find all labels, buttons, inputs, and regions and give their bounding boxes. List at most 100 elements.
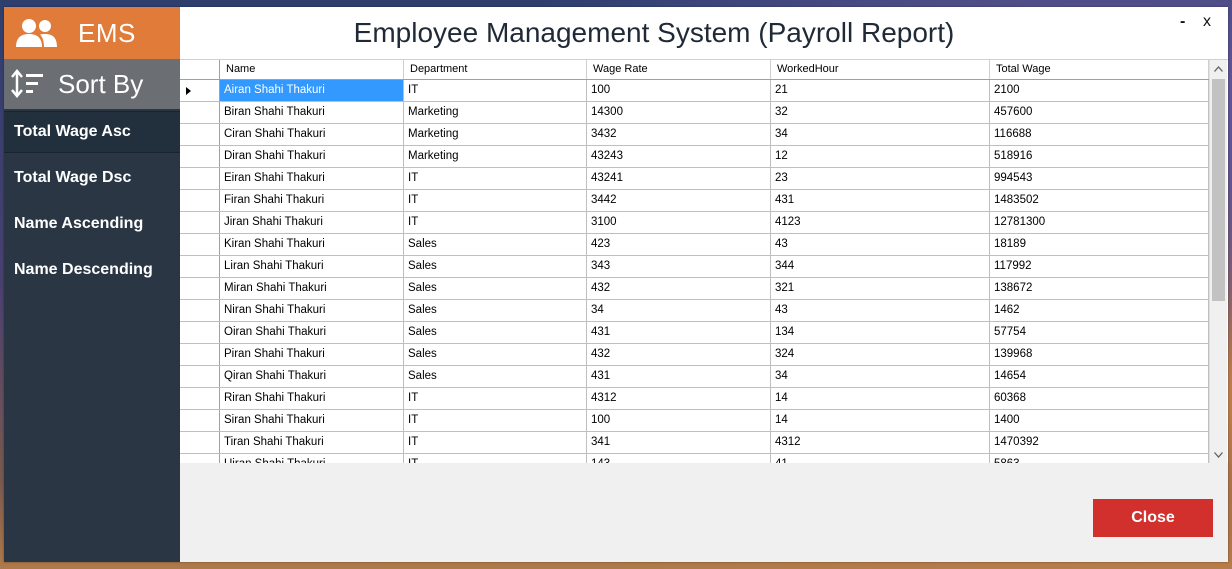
- cell-name[interactable]: Jiran Shahi Thakuri: [220, 212, 404, 233]
- table-row[interactable]: Miran Shahi Thakuri Sales 432 321 138672: [180, 278, 1209, 300]
- cell-total-wage[interactable]: 1462: [990, 300, 1209, 321]
- scroll-down-icon[interactable]: [1210, 446, 1227, 463]
- cell-worked-hour[interactable]: 43: [771, 234, 990, 255]
- row-header[interactable]: [180, 190, 220, 211]
- table-row[interactable]: Piran Shahi Thakuri Sales 432 324 139968: [180, 344, 1209, 366]
- cell-worked-hour[interactable]: 41: [771, 454, 990, 463]
- cell-wage-rate[interactable]: 143: [587, 454, 771, 463]
- table-row[interactable]: Tiran Shahi Thakuri IT 341 4312 1470392: [180, 432, 1209, 454]
- cell-total-wage[interactable]: 18189: [990, 234, 1209, 255]
- cell-department[interactable]: Sales: [404, 366, 587, 387]
- table-row[interactable]: Kiran Shahi Thakuri Sales 423 43 18189: [180, 234, 1209, 256]
- cell-total-wage[interactable]: 116688: [990, 124, 1209, 145]
- cell-wage-rate[interactable]: 14300: [587, 102, 771, 123]
- cell-wage-rate[interactable]: 3100: [587, 212, 771, 233]
- cell-wage-rate[interactable]: 423: [587, 234, 771, 255]
- cell-wage-rate[interactable]: 432: [587, 344, 771, 365]
- cell-department[interactable]: IT: [404, 80, 587, 101]
- row-header[interactable]: [180, 80, 220, 101]
- minimize-button[interactable]: -: [1180, 13, 1185, 31]
- row-header[interactable]: [180, 432, 220, 453]
- cell-name[interactable]: Miran Shahi Thakuri: [220, 278, 404, 299]
- row-header[interactable]: [180, 146, 220, 167]
- sidebar-item-name-ascending[interactable]: Name Ascending: [4, 203, 180, 245]
- column-header-worked-hour[interactable]: WorkedHour: [771, 60, 990, 79]
- cell-wage-rate[interactable]: 3432: [587, 124, 771, 145]
- cell-name[interactable]: Biran Shahi Thakuri: [220, 102, 404, 123]
- payroll-data-grid[interactable]: Name Department Wage Rate WorkedHour Tot…: [180, 59, 1228, 463]
- cell-department[interactable]: IT: [404, 388, 587, 409]
- cell-department[interactable]: Marketing: [404, 146, 587, 167]
- cell-worked-hour[interactable]: 4312: [771, 432, 990, 453]
- cell-name[interactable]: Airan Shahi Thakuri: [220, 80, 404, 101]
- cell-worked-hour[interactable]: 14: [771, 410, 990, 431]
- cell-total-wage[interactable]: 994543: [990, 168, 1209, 189]
- cell-wage-rate[interactable]: 341: [587, 432, 771, 453]
- cell-name[interactable]: Piran Shahi Thakuri: [220, 344, 404, 365]
- table-row[interactable]: Diran Shahi Thakuri Marketing 43243 12 51891…: [180, 146, 1209, 168]
- cell-wage-rate[interactable]: 431: [587, 322, 771, 343]
- table-row[interactable]: Biran Shahi Thakuri Marketing 14300 32 45760…: [180, 102, 1209, 124]
- cell-total-wage[interactable]: 518916: [990, 146, 1209, 167]
- cell-wage-rate[interactable]: 432: [587, 278, 771, 299]
- cell-worked-hour[interactable]: 34: [771, 124, 990, 145]
- cell-department[interactable]: IT: [404, 190, 587, 211]
- cell-worked-hour[interactable]: 43: [771, 300, 990, 321]
- column-header-department[interactable]: Department: [404, 60, 587, 79]
- cell-name[interactable]: Firan Shahi Thakuri: [220, 190, 404, 211]
- cell-department[interactable]: IT: [404, 410, 587, 431]
- table-row[interactable]: Riran Shahi Thakuri IT 4312 14 60368: [180, 388, 1209, 410]
- cell-wage-rate[interactable]: 343: [587, 256, 771, 277]
- cell-worked-hour[interactable]: 321: [771, 278, 990, 299]
- cell-name[interactable]: Uiran Shahi Thakuri: [220, 454, 404, 463]
- cell-name[interactable]: Liran Shahi Thakuri: [220, 256, 404, 277]
- cell-wage-rate[interactable]: 431: [587, 366, 771, 387]
- table-row[interactable]: Siran Shahi Thakuri IT 100 14 1400: [180, 410, 1209, 432]
- cell-total-wage[interactable]: 57754: [990, 322, 1209, 343]
- cell-department[interactable]: Sales: [404, 344, 587, 365]
- column-header-name[interactable]: Name: [220, 60, 404, 79]
- cell-wage-rate[interactable]: 100: [587, 80, 771, 101]
- cell-total-wage[interactable]: 1483502: [990, 190, 1209, 211]
- cell-department[interactable]: IT: [404, 454, 587, 463]
- cell-total-wage[interactable]: 138672: [990, 278, 1209, 299]
- cell-total-wage[interactable]: 60368: [990, 388, 1209, 409]
- row-header[interactable]: [180, 454, 220, 463]
- row-header[interactable]: [180, 212, 220, 233]
- row-header[interactable]: [180, 102, 220, 123]
- sidebar-item-name-descending[interactable]: Name Descending: [4, 249, 180, 291]
- row-header[interactable]: [180, 300, 220, 321]
- cell-total-wage[interactable]: 1470392: [990, 432, 1209, 453]
- cell-worked-hour[interactable]: 431: [771, 190, 990, 211]
- cell-department[interactable]: Sales: [404, 300, 587, 321]
- table-row[interactable]: Airan Shahi Thakuri IT 100 21 2100: [180, 80, 1209, 102]
- row-header[interactable]: [180, 388, 220, 409]
- cell-name[interactable]: Diran Shahi Thakuri: [220, 146, 404, 167]
- table-row[interactable]: Uiran Shahi ThakuriIT143415863: [180, 454, 1209, 463]
- row-header[interactable]: [180, 322, 220, 343]
- cell-total-wage[interactable]: 14654: [990, 366, 1209, 387]
- cell-department[interactable]: Marketing: [404, 124, 587, 145]
- row-header[interactable]: [180, 410, 220, 431]
- sidebar-item-total-wage-asc[interactable]: Total Wage Asc: [4, 111, 180, 153]
- cell-worked-hour[interactable]: 12: [771, 146, 990, 167]
- cell-wage-rate[interactable]: 100: [587, 410, 771, 431]
- cell-total-wage[interactable]: 1400: [990, 410, 1209, 431]
- cell-name[interactable]: Kiran Shahi Thakuri: [220, 234, 404, 255]
- cell-department[interactable]: Sales: [404, 234, 587, 255]
- table-row[interactable]: Firan Shahi Thakuri IT 3442 431 1483502: [180, 190, 1209, 212]
- cell-name[interactable]: Qiran Shahi Thakuri: [220, 366, 404, 387]
- cell-worked-hour[interactable]: 32: [771, 102, 990, 123]
- row-header[interactable]: [180, 278, 220, 299]
- table-row[interactable]: Eiran Shahi Thakuri IT 43241 23 994543: [180, 168, 1209, 190]
- cell-department[interactable]: Sales: [404, 256, 587, 277]
- cell-worked-hour[interactable]: 324: [771, 344, 990, 365]
- cell-name[interactable]: Niran Shahi Thakuri: [220, 300, 404, 321]
- sidebar-item-total-wage-dsc[interactable]: Total Wage Dsc: [4, 157, 180, 199]
- row-header[interactable]: [180, 168, 220, 189]
- cell-worked-hour[interactable]: 344: [771, 256, 990, 277]
- cell-worked-hour[interactable]: 4123: [771, 212, 990, 233]
- cell-worked-hour[interactable]: 14: [771, 388, 990, 409]
- cell-department[interactable]: IT: [404, 212, 587, 233]
- table-row[interactable]: Niran Shahi Thakuri Sales 34 43 1462: [180, 300, 1209, 322]
